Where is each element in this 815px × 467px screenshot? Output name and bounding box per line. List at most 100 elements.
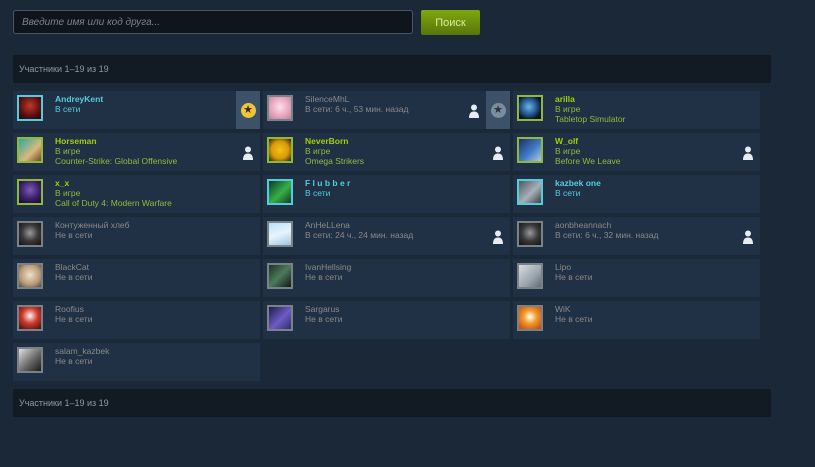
avatar[interactable] <box>267 179 293 205</box>
friend-info: Roofius Не в сети <box>55 304 92 324</box>
friends-grid: AndreyKent В сети ★ SilenceMhL В сети: 6 ч.,… <box>13 91 763 381</box>
avatar[interactable] <box>267 95 293 121</box>
avatar[interactable] <box>517 95 543 121</box>
friend-game: Before We Leave <box>555 156 621 166</box>
avatar-icon <box>519 307 541 329</box>
search-input[interactable] <box>13 10 413 34</box>
friend-card[interactable]: x_x В игре Call of Duty 4: Modern Warfare <box>13 175 260 213</box>
friend-card[interactable]: NeverBorn В игре Omega Strikers <box>263 133 510 171</box>
friend-name: salam_kazbek <box>55 346 110 356</box>
friend-card[interactable]: Lipo Не в сети <box>513 259 760 297</box>
friend-name: Sargarus <box>305 304 340 314</box>
friend-name: AndreyKent <box>55 94 104 104</box>
avatar-icon <box>269 265 291 287</box>
person-icon <box>243 146 253 160</box>
friend-name: F l u b b e r <box>305 178 351 188</box>
avatar-icon <box>19 265 41 287</box>
friend-info: SilenceMhL В сети: 6 ч., 53 мин. назад <box>305 94 408 114</box>
friend-card[interactable]: F l u b b e rВ сети <box>263 175 510 213</box>
avatar[interactable] <box>17 95 43 121</box>
friend-info: Контуженный хлеб Не в сети <box>55 220 129 240</box>
avatar[interactable] <box>517 179 543 205</box>
friend-info: WiK Не в сети <box>555 304 592 324</box>
person-icon <box>743 146 753 160</box>
friend-card[interactable]: Roofius Не в сети <box>13 301 260 339</box>
friend-info: AndreyKent В сети <box>55 94 103 114</box>
friend-card[interactable]: kazbek one В сети <box>513 175 760 213</box>
friend-status: Не в сети <box>55 272 93 282</box>
avatar[interactable] <box>517 305 543 331</box>
friend-status: В игре <box>555 146 581 156</box>
avatar-icon <box>19 307 41 329</box>
friend-card[interactable]: salam_kazbek Не в сети <box>13 343 260 381</box>
avatar-icon <box>519 139 541 161</box>
friend-card[interactable]: W_olf В игре Before We Leave <box>513 133 760 171</box>
friend-card[interactable]: BlackCat Не в сети <box>13 259 260 297</box>
avatar-icon <box>19 139 41 161</box>
friend-name: Lipo <box>555 262 572 272</box>
friend-status: Не в сети <box>555 272 593 282</box>
friend-info: AnHeLLena В сети: 24 ч., 24 мин. назад <box>305 220 413 240</box>
avatar[interactable] <box>17 137 43 163</box>
avatar[interactable] <box>267 137 293 163</box>
avatar[interactable] <box>267 305 293 331</box>
friend-status: Не в сети <box>555 314 593 324</box>
avatar[interactable] <box>17 179 43 205</box>
friend-card[interactable]: AndreyKent В сети ★ <box>13 91 260 129</box>
friend-status: В сети <box>55 104 81 114</box>
avatar[interactable] <box>17 305 43 331</box>
friend-game: Counter-Strike: Global Offensive <box>55 156 178 166</box>
friend-card[interactable]: Sargarus Не в сети <box>263 301 510 339</box>
avatar-icon <box>19 223 41 245</box>
friend-card[interactable]: WiK Не в сети <box>513 301 760 339</box>
friend-card[interactable]: AnHeLLena В сети: 24 ч., 24 мин. назад <box>263 217 510 255</box>
friend-info: aonbheannach В сети: 6 ч., 32 мин. назад <box>555 220 658 240</box>
friend-name: arilla <box>555 94 575 104</box>
friend-info: Sargarus Не в сети <box>305 304 342 324</box>
friend-name: WiK <box>555 304 571 314</box>
favorite-button[interactable]: ★ <box>486 91 510 129</box>
friend-name: IvanHellsing <box>305 262 352 272</box>
avatar[interactable] <box>517 263 543 289</box>
friend-card[interactable]: Контуженный хлеб Не в сети <box>13 217 260 255</box>
person-icon <box>493 230 503 244</box>
friend-card[interactable]: arilla В игре Tabletop Simulator <box>513 91 760 129</box>
friend-status: Не в сети <box>55 230 93 240</box>
avatar[interactable] <box>517 221 543 247</box>
avatar[interactable] <box>267 221 293 247</box>
avatar[interactable] <box>267 263 293 289</box>
friend-name: x_x <box>55 178 70 188</box>
friend-card[interactable]: SilenceMhL В сети: 6 ч., 53 мин. назад ★ <box>263 91 510 129</box>
friend-status: В игре <box>55 146 81 156</box>
favorite-button[interactable]: ★ <box>236 91 260 129</box>
friend-info: kazbek one В сети <box>555 178 601 198</box>
friend-name: Horseman <box>55 136 97 146</box>
friend-card[interactable]: aonbheannach В сети: 6 ч., 32 мин. назад <box>513 217 760 255</box>
friend-name: W_olf <box>555 136 579 146</box>
person-icon <box>743 230 753 244</box>
avatar[interactable] <box>17 347 43 373</box>
avatar-icon <box>19 181 41 203</box>
friend-name: aonbheannach <box>555 220 612 230</box>
friend-status: В игре <box>305 146 331 156</box>
star-icon: ★ <box>240 102 256 118</box>
members-count-top: Участники 1–19 из 19 <box>13 55 771 83</box>
person-icon <box>493 146 503 160</box>
friend-name: AnHeLLena <box>305 220 350 230</box>
friend-status: В сети: 6 ч., 32 мин. назад <box>555 230 659 240</box>
friend-info: F l u b b e rВ сети <box>305 178 350 198</box>
friend-card[interactable]: Horseman В игре Counter-Strike: Global Off… <box>13 133 260 171</box>
avatar-icon <box>19 349 41 371</box>
friend-info: Horseman В игре Counter-Strike: Global Off… <box>55 136 177 166</box>
avatar[interactable] <box>17 221 43 247</box>
avatar[interactable] <box>17 263 43 289</box>
search-button[interactable]: Поиск <box>421 10 480 35</box>
friend-status: Не в сети <box>305 272 343 282</box>
star-icon: ★ <box>490 102 506 118</box>
friend-status: В сети: 24 ч., 24 мин. назад <box>305 230 414 240</box>
friend-card[interactable]: IvanHellsing Не в сети <box>263 259 510 297</box>
friend-game: Call of Duty 4: Modern Warfare <box>55 198 172 208</box>
friend-status: Не в сети <box>305 314 343 324</box>
friend-status: В игре <box>555 104 581 114</box>
avatar[interactable] <box>517 137 543 163</box>
